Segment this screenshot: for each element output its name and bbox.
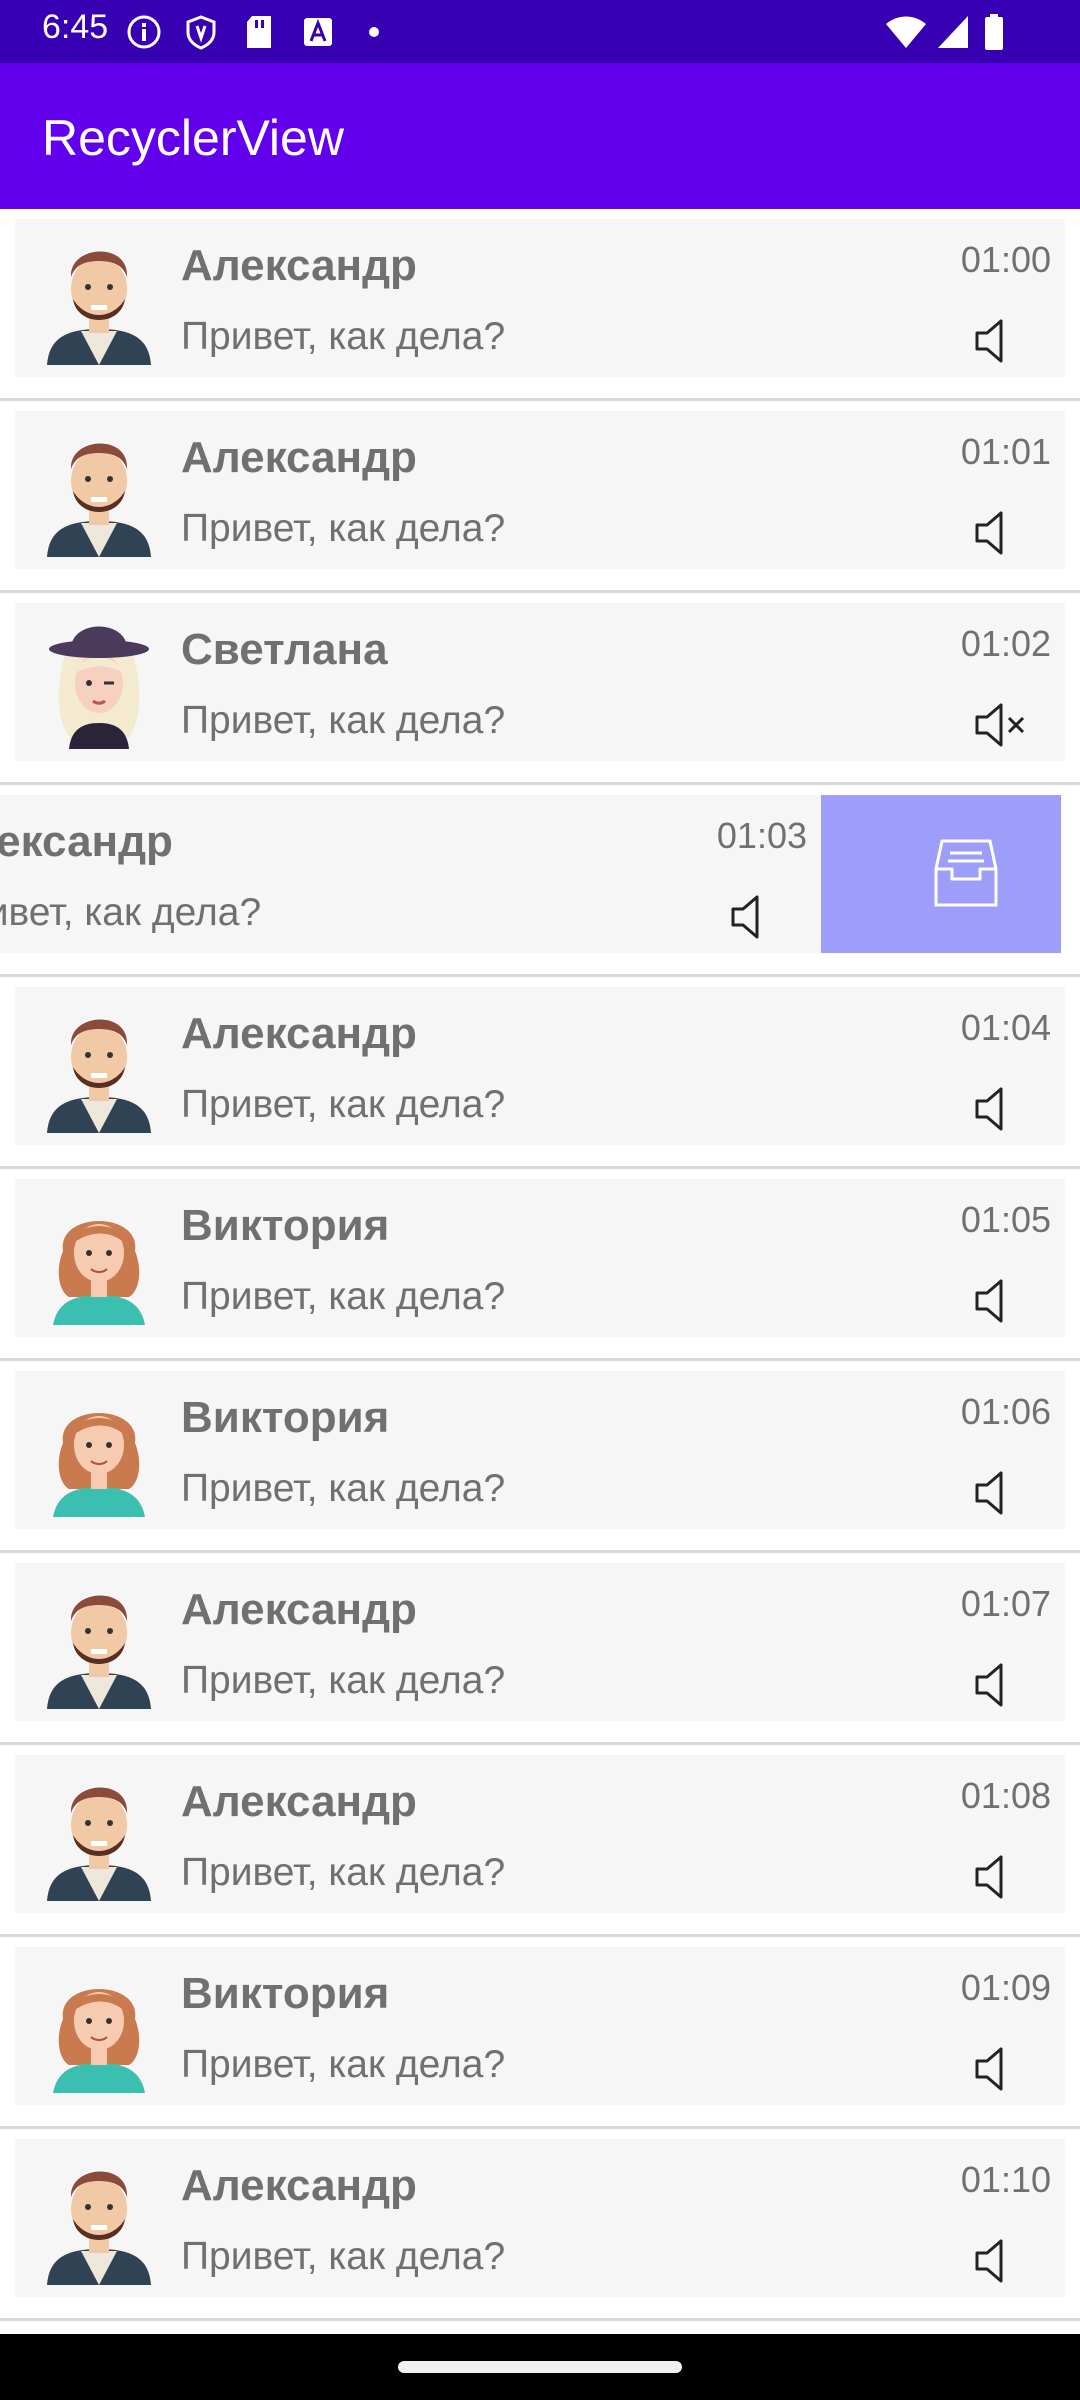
avatar-man [43,2151,155,2285]
status-bar: 6:45 [0,0,1080,63]
message-preview: Привет, как дела? [181,1851,506,1894]
avatar-woman-hat [43,615,155,749]
volume-icon[interactable] [971,1275,1027,1327]
shield-icon [186,15,216,50]
app-title: RecyclerView [42,110,344,166]
contact-name: Александр [181,241,417,290]
message-preview: Привет, как дела? [181,2043,506,2086]
volume-icon[interactable] [971,1851,1027,1903]
chat-list[interactable]: Александр Привет, как дела? 01:00 Александ… [0,209,1080,2334]
app-bar: RecyclerView [0,63,1080,209]
chat-row[interactable]: Светлана Привет, как дела? 01:02 [0,593,1080,785]
chat-row[interactable]: Александр Привет, как дела? 01:00 [0,209,1080,401]
chat-row[interactable]: Александр Привет, как дела? 01:08 [0,1745,1080,1937]
contact-name: Виктория [181,1393,390,1442]
row-divider [0,2318,1080,2321]
chat-card[interactable]: Виктория Привет, как дела? 01:05 [15,1179,1065,1337]
chat-card[interactable]: Александр Привет, как дела? 01:00 [15,219,1065,377]
message-preview: Привет, как дела? [181,507,506,550]
chat-row[interactable]: Александр Привет, как дела? 01:07 [0,1553,1080,1745]
avatar-man [43,1575,155,1709]
avatar-woman [43,1959,155,2093]
volume-icon[interactable] [971,315,1027,367]
avatar-woman [43,1191,155,1325]
volume-icon[interactable] [971,1659,1027,1711]
chat-card[interactable]: Виктория Привет, как дела? 01:06 [15,1371,1065,1529]
message-preview: Привет, как дела? [181,1467,506,1510]
volume-icon[interactable] [971,2043,1027,2095]
chat-card[interactable]: Александр Привет, как дела? 01:04 [15,987,1065,1145]
chat-row[interactable]: Виктория Привет, как дела? 01:05 [0,1169,1080,1361]
message-time: 01:01 [960,431,1051,472]
message-preview: Привет, как дела? [181,2235,506,2278]
message-time: 01:00 [960,239,1051,280]
volume-icon[interactable] [727,891,783,943]
chat-row[interactable]: Виктория Привет, как дела? 01:06 [0,1361,1080,1553]
message-time: 01:05 [960,1199,1051,1240]
archive-icon [926,835,1006,915]
volume-icon[interactable] [971,507,1027,559]
message-time: 01:10 [960,2159,1051,2200]
status-time: 6:45 [42,8,109,46]
contact-name: Александр [181,1585,417,1634]
message-time: 01:07 [960,1583,1051,1624]
contact-name: Александр [181,1777,417,1826]
avatar-woman [43,1383,155,1517]
chat-card[interactable]: Александр Привет, как дела? 01:01 [15,411,1065,569]
battery-icon [985,14,1003,50]
message-preview: Привет, как дела? [181,1275,506,1318]
avatar-man [43,999,155,1133]
avatar-man [43,1767,155,1901]
message-preview: Привет, как дела? [181,1083,506,1126]
chat-card[interactable]: Александр Привет, как дела? 01:07 [15,1563,1065,1721]
avatar-man [43,231,155,365]
message-preview: Привет, как дела? [181,315,506,358]
chat-card[interactable]: Александр Привет, как дела? 01:10 [15,2139,1065,2297]
volume-icon[interactable] [971,2235,1027,2287]
contact-name: Александр [0,817,173,866]
chat-card[interactable]: Светлана Привет, как дела? 01:02 [15,603,1065,761]
chat-row[interactable]: Александр Привет, как дела? 01:04 [0,977,1080,1169]
avatar-man [43,423,155,557]
volume-icon[interactable] [971,1083,1027,1135]
contact-name: Александр [181,1009,417,1058]
contact-name: Виктория [181,1201,390,1250]
message-preview: Привет, как дела? [181,699,506,742]
signal-icon [938,16,968,48]
contact-name: Виктория [181,1969,390,2018]
message-preview: Привет, как дела? [181,1659,506,1702]
dot-icon [369,27,379,37]
translate-icon [304,18,332,46]
chat-row[interactable]: Александр Привет, как дела? 01:10 [0,2129,1080,2321]
chat-card[interactable]: Александр Привет, как дела? 01:08 [15,1755,1065,1913]
message-time: 01:02 [960,623,1051,664]
navigation-bar [0,2334,1080,2400]
home-gesture-handle[interactable] [398,2361,682,2373]
message-preview: Привет, как дела? [0,891,262,934]
sd-card-icon [247,16,271,48]
contact-name: Александр [181,433,417,482]
volume-icon[interactable] [971,1467,1027,1519]
wifi-icon [886,16,926,48]
volume-muted-icon[interactable] [971,699,1027,751]
chat-row[interactable]: Александр Привет, как дела? 01:03 [0,785,1080,977]
chat-card[interactable]: Александр Привет, как дела? 01:03 [0,795,821,953]
contact-name: Александр [181,2161,417,2210]
chat-card[interactable]: Виктория Привет, как дела? 01:09 [15,1947,1065,2105]
info-icon [127,15,161,49]
contact-name: Светлана [181,625,388,674]
message-time: 01:04 [960,1007,1051,1048]
chat-row[interactable]: Виктория Привет, как дела? 01:09 [0,1937,1080,2129]
message-time: 01:03 [716,815,807,856]
archive-action[interactable] [819,795,1061,953]
message-time: 01:09 [960,1967,1051,2008]
chat-row[interactable]: Александр Привет, как дела? 01:01 [0,401,1080,593]
message-time: 01:06 [960,1391,1051,1432]
message-time: 01:08 [960,1775,1051,1816]
